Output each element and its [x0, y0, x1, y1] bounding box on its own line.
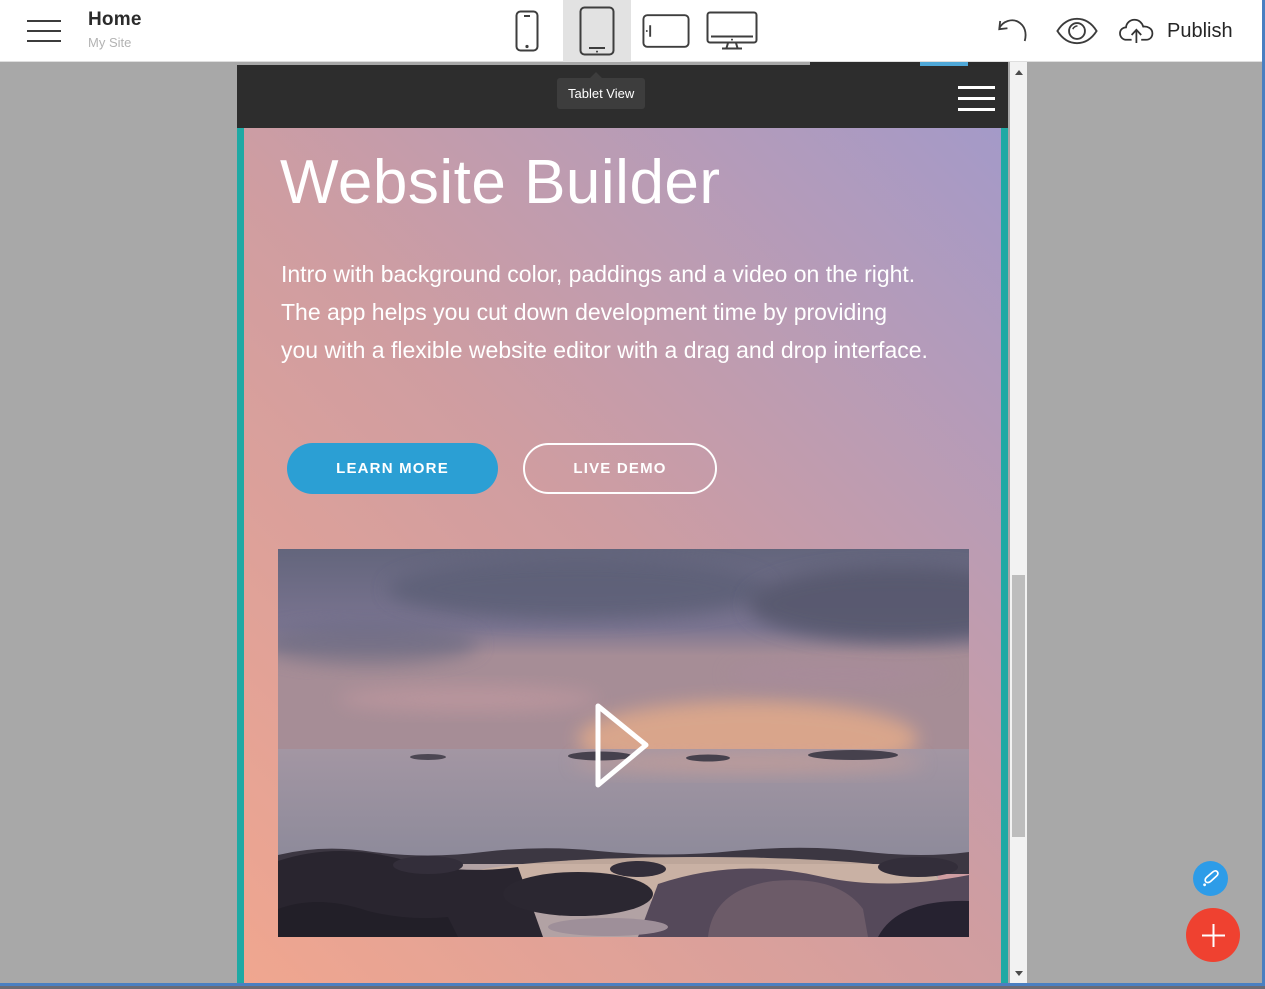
learn-more-button[interactable]: LEARN MORE: [287, 443, 498, 494]
tablet-landscape-icon: [642, 13, 690, 49]
scroll-down-arrow[interactable]: [1010, 965, 1027, 981]
block-toolbar-cutoff: [810, 62, 1008, 67]
undo-icon: [992, 15, 1032, 47]
hero-title[interactable]: Website Builder: [280, 150, 721, 216]
tablet-portrait-icon: [579, 6, 615, 56]
publish-label: Publish: [1167, 20, 1233, 43]
scroll-up-arrow[interactable]: [1010, 64, 1027, 80]
hero-description[interactable]: Intro with background color, paddings an…: [281, 255, 929, 369]
live-demo-button[interactable]: LIVE DEMO: [523, 443, 717, 494]
style-settings-fab[interactable]: [1193, 861, 1228, 896]
device-button-tablet[interactable]: [563, 0, 631, 62]
preview-menu-hamburger-icon[interactable]: [958, 86, 995, 111]
scrollbar-thumb[interactable]: [1012, 575, 1025, 837]
paintbrush-icon: [1200, 868, 1221, 889]
site-name: My Site: [88, 35, 142, 50]
add-block-fab[interactable]: [1186, 908, 1240, 962]
cloud-upload-icon: [1118, 16, 1158, 46]
editor-canvas: Tablet View Website Builder Intro with b…: [0, 62, 1265, 983]
undo-button[interactable]: [988, 0, 1036, 62]
page-selector[interactable]: Home My Site: [88, 9, 142, 50]
hero-block[interactable]: Website Builder Intro with background co…: [237, 128, 1008, 983]
canvas-scrollbar[interactable]: [1010, 62, 1027, 983]
plus-icon: [1200, 922, 1227, 949]
device-tooltip: Tablet View: [557, 78, 645, 109]
smartphone-icon: [515, 10, 539, 52]
block-toolbar-blue-button-cutoff: [920, 62, 968, 66]
sunset-seascape-image: [278, 549, 969, 937]
hero-video-thumbnail[interactable]: [278, 549, 969, 937]
eye-preview-icon: [1055, 17, 1099, 45]
preview-button[interactable]: [1052, 0, 1102, 62]
main-menu-hamburger-icon[interactable]: [27, 20, 61, 42]
page-title: Home: [88, 9, 142, 31]
desktop-icon: [706, 11, 758, 51]
app-toolbar: Home My Site: [0, 0, 1265, 62]
device-button-mobile[interactable]: [503, 0, 551, 62]
publish-button[interactable]: Publish: [1118, 0, 1233, 62]
device-button-desktop[interactable]: [705, 0, 759, 62]
device-button-tablet-landscape[interactable]: [642, 0, 690, 62]
